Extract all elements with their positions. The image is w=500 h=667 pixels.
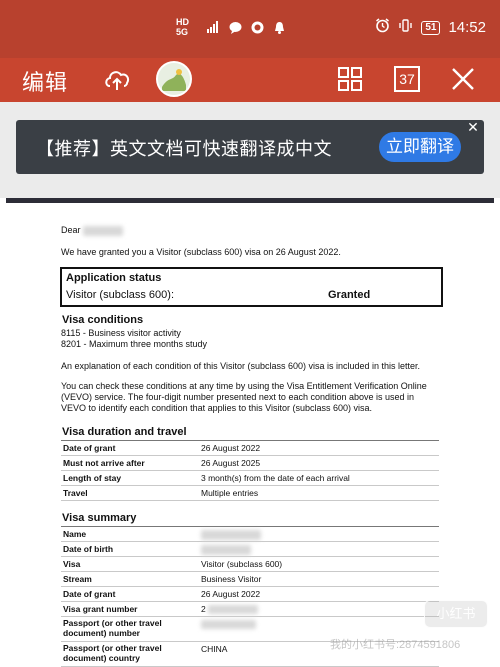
row-key: Must not arrive after — [63, 458, 145, 468]
grid-view-icon[interactable] — [337, 66, 363, 92]
row-key: Visa grant number — [63, 604, 138, 614]
battery-indicator: 51 — [421, 20, 441, 35]
status-bar: HD 5G 51 14:52 — [0, 0, 500, 58]
banner-close-icon[interactable]: ✕ — [462, 116, 484, 138]
status-right: 51 14:52 — [375, 18, 486, 37]
row-key-line: document) number — [63, 628, 140, 638]
table-row: Name — [61, 527, 439, 542]
row-key-line: document) country — [63, 653, 140, 663]
table-row: Stream Business Visitor — [61, 572, 439, 587]
alarm-clock-icon — [375, 18, 390, 37]
condition-item: 8201 - Maximum three months study — [61, 339, 208, 349]
conditions-explanation: An explanation of each condition of this… — [61, 361, 421, 371]
row-key-line: Passport (or other travel — [63, 618, 162, 628]
translate-banner: 【推荐】英文文档可快速翻译成中文 立即翻译 — [16, 120, 484, 174]
visa-duration-title: Visa duration and travel — [62, 426, 187, 438]
app-notification-icon — [250, 20, 264, 34]
vevo-text-line: VEVO to identify each condition that app… — [61, 403, 372, 413]
row-value: Multiple entries — [201, 488, 259, 498]
vevo-text-line: You can check these conditions at any ti… — [61, 381, 427, 391]
redacted-grant-number — [207, 605, 258, 615]
redacted-value — [201, 544, 251, 555]
table-row: Visa grant number 2 — [61, 602, 439, 617]
row-key: Name — [63, 529, 87, 539]
table-row: Travel Multiple entries — [61, 486, 439, 501]
table-row: Date of grant 26 August 2022 — [61, 441, 439, 456]
table-row: Visa Visitor (subclass 600) — [61, 557, 439, 572]
watermark-id: 我的小红书号:2874591806 — [330, 639, 461, 651]
table-row: Length of stay 3 month(s) from the date … — [61, 471, 439, 486]
table-row: Date of grant 26 August 2022 — [61, 587, 439, 602]
row-key: Visa — [63, 559, 81, 569]
row-key: Passport (or other travel document) numbe… — [63, 618, 162, 638]
row-value: 2 — [201, 604, 258, 615]
greeting-line: Dear — [61, 225, 124, 236]
row-value: CHINA — [201, 644, 228, 654]
row-value: Business Visitor — [201, 574, 262, 584]
redacted-name — [83, 225, 124, 236]
table-row: Must not arrive after 26 August 2025 — [61, 456, 439, 471]
bell-icon — [272, 20, 286, 34]
row-value: Visitor (subclass 600) — [201, 559, 283, 569]
hd-signal-icon: HD 5G — [176, 17, 189, 37]
redacted-value — [201, 529, 261, 540]
page-count-button[interactable]: 37 — [394, 66, 420, 92]
cloud-upload-icon[interactable] — [102, 64, 132, 94]
row-key: Date of grant — [63, 443, 116, 453]
avatar[interactable] — [156, 61, 192, 97]
row-value: 26 August 2022 — [201, 589, 261, 599]
application-status-key: Visitor (subclass 600): — [66, 289, 175, 301]
visa-duration-table: Date of grant 26 August 2022 Must not ar… — [61, 440, 439, 501]
row-key-line: Passport (or other travel — [63, 643, 162, 653]
close-icon[interactable] — [450, 66, 476, 92]
application-status-box: Application status Visitor (subclass 600… — [60, 267, 443, 307]
greeting: Dear — [61, 225, 81, 235]
application-status-value: Granted — [328, 289, 371, 301]
watermark-logo: 小红书 — [424, 600, 488, 628]
row-value: 3 month(s) from the date of each arrival — [201, 473, 350, 483]
cellular-signal-icon — [206, 20, 220, 34]
row-key: Travel — [63, 488, 88, 498]
vevo-text-line: (VEVO) service. The four-digit number pr… — [61, 392, 415, 402]
table-row: Date of birth — [61, 542, 439, 557]
row-key: Date of grant — [63, 589, 116, 599]
application-status-title: Application status — [66, 272, 162, 284]
edit-button[interactable]: 编辑 — [22, 65, 68, 97]
row-value: 26 August 2025 — [201, 458, 261, 468]
translate-now-button[interactable]: 立即翻译 — [379, 132, 461, 162]
status-left-icons: HD 5G — [176, 17, 286, 37]
redacted-value — [201, 619, 256, 630]
visa-summary-title: Visa summary — [62, 512, 137, 524]
row-key: Date of birth — [63, 544, 114, 554]
row-key: Length of stay — [63, 473, 122, 483]
grant-line: We have granted you a Visitor (subclass … — [61, 247, 341, 257]
vibrate-icon — [398, 18, 413, 37]
condition-item: 8115 - Business visitor activity — [61, 328, 181, 338]
visa-conditions-title: Visa conditions — [62, 314, 144, 326]
clock-time: 14:52 — [448, 19, 486, 36]
row-value: 26 August 2022 — [201, 443, 261, 453]
grant-number-partial: 2 — [201, 604, 206, 614]
row-key: Stream — [63, 574, 92, 584]
message-bubble-icon — [228, 20, 242, 34]
document-page: Dear We have granted you a Visitor (subc… — [6, 203, 494, 667]
row-key: Passport (or other travel document) count… — [63, 643, 162, 663]
translate-banner-text: 【推荐】英文文档可快速翻译成中文 — [36, 139, 332, 159]
app-toolbar: 编辑 37 — [0, 58, 500, 102]
